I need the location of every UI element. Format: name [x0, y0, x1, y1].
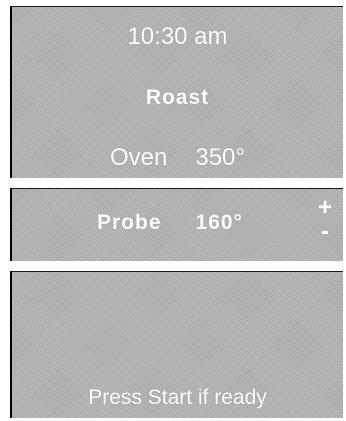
message-panel: Press Start if ready	[10, 271, 343, 418]
status-panel: 10:30 am Roast Oven 350°	[10, 6, 343, 178]
probe-temperature-row: Probe 160°	[97, 211, 243, 235]
oven-temp-value: 350°	[195, 144, 245, 171]
oven-temperature-row: Oven 350°	[12, 144, 343, 172]
probe-panel: Probe 160° + -	[10, 188, 343, 261]
oven-label: Oven	[109, 144, 168, 171]
probe-temp-value: 160°	[195, 211, 243, 234]
probe-label: Probe	[97, 211, 162, 234]
start-prompt: Press Start if ready	[88, 386, 267, 409]
decrease-probe-temp-button[interactable]: -	[315, 219, 335, 245]
clock-time: 10:30 am	[127, 23, 228, 50]
cook-mode: Roast	[145, 86, 210, 109]
probe-adjust-controls: + -	[315, 195, 335, 251]
